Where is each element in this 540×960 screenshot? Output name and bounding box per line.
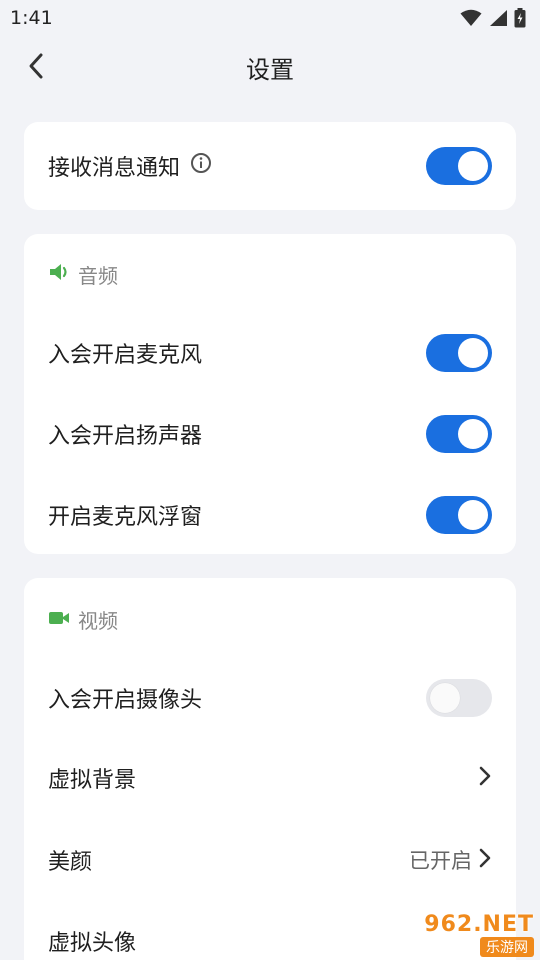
back-button[interactable]	[18, 50, 54, 86]
video-camera-icon	[48, 608, 70, 632]
watermark-bottom-text: 乐游网	[480, 936, 534, 957]
header: 设置	[0, 36, 540, 98]
notifications-card: 接收消息通知	[24, 122, 516, 210]
toggle-knob	[430, 683, 460, 713]
notifications-label-wrap: 接收消息通知	[48, 150, 212, 182]
site-watermark: 962.NET 乐游网	[402, 911, 534, 957]
beauty-row[interactable]: 美颜 已开启	[24, 820, 516, 900]
status-bar: 1:41	[0, 0, 540, 36]
mic-on-join-label: 入会开启麦克风	[48, 343, 203, 368]
info-icon[interactable]	[190, 152, 212, 180]
battery-charging-icon	[514, 8, 526, 28]
mic-floating-window-toggle[interactable]	[426, 496, 492, 534]
mic-floating-window-row: 开启麦克风浮窗	[24, 475, 516, 554]
video-card: 视频 入会开启摄像头 虚拟背景 美颜 已开启 虚拟头像	[24, 578, 516, 960]
signal-icon	[488, 9, 508, 27]
virtual-background-chevron-wrap[interactable]	[478, 765, 492, 791]
speaker-on-join-toggle[interactable]	[426, 415, 492, 453]
audio-section-label: 音频	[78, 264, 118, 288]
toggle-knob	[458, 419, 488, 449]
mic-on-join-toggle[interactable]	[426, 334, 492, 372]
video-section-header: 视频	[48, 605, 118, 634]
beauty-value-wrap[interactable]: 已开启	[409, 845, 492, 875]
notifications-label: 接收消息通知	[48, 156, 181, 181]
video-section-label: 视频	[78, 609, 118, 633]
virtual-avatar-label: 虚拟头像	[48, 931, 137, 956]
status-icons	[460, 8, 526, 28]
toggle-knob	[458, 151, 488, 181]
page-title: 设置	[246, 55, 294, 84]
toggle-knob	[458, 500, 488, 530]
beauty-label: 美颜	[48, 850, 93, 875]
audio-card: 音频 入会开启麦克风 入会开启扬声器 开启麦克风浮窗	[24, 234, 516, 554]
speaker-on-join-label: 入会开启扬声器	[48, 424, 203, 449]
beauty-value: 已开启	[409, 849, 472, 873]
status-time: 1:41	[10, 7, 53, 29]
mic-floating-window-label: 开启麦克风浮窗	[48, 505, 203, 530]
camera-on-join-toggle[interactable]	[426, 679, 492, 717]
virtual-background-row[interactable]: 虚拟背景	[24, 738, 516, 818]
chevron-left-icon	[26, 52, 46, 84]
camera-on-join-row: 入会开启摄像头	[24, 658, 516, 738]
chevron-right-icon	[478, 765, 492, 791]
toggle-knob	[458, 338, 488, 368]
chevron-right-icon	[478, 847, 492, 873]
virtual-background-label: 虚拟背景	[48, 768, 137, 793]
notifications-row: 接收消息通知	[24, 126, 516, 206]
wifi-icon	[460, 9, 482, 27]
watermark-top-text: 962.NET	[424, 911, 534, 937]
audio-section-header: 音频	[48, 260, 118, 289]
camera-on-join-label: 入会开启摄像头	[48, 688, 203, 713]
speaker-on-join-row: 入会开启扬声器	[24, 394, 516, 474]
mic-on-join-row: 入会开启麦克风	[24, 313, 516, 393]
speaker-icon	[48, 262, 70, 287]
notifications-toggle[interactable]	[426, 147, 492, 185]
